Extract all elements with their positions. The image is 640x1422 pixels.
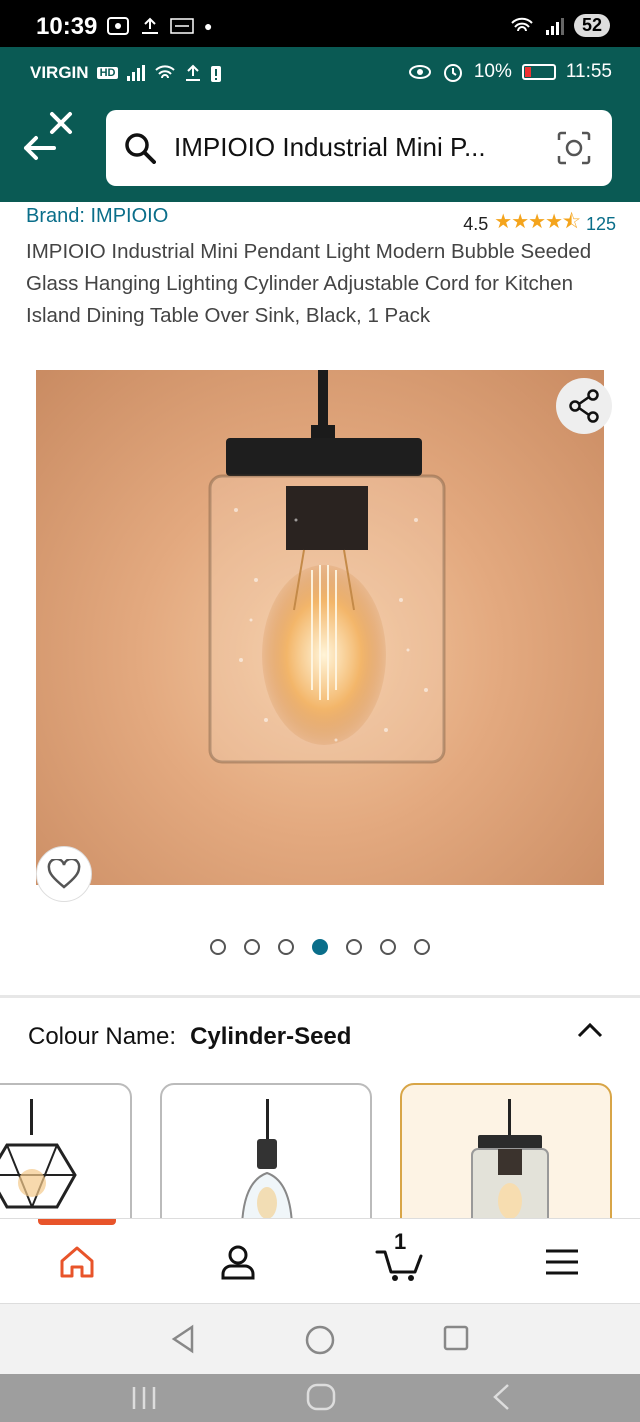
signal-icon bbox=[127, 65, 146, 81]
product-title: IMPIOIO Industrial Mini Pendant Light Mo… bbox=[26, 240, 592, 327]
carousel-dot[interactable] bbox=[210, 939, 226, 955]
colour-value: Cylinder-Seed bbox=[190, 1023, 352, 1050]
battery-icon bbox=[521, 64, 556, 80]
screen-record-icon bbox=[107, 17, 129, 35]
review-count: 125 bbox=[585, 213, 616, 234]
recents-lines-icon[interactable] bbox=[130, 1384, 158, 1412]
section-divider bbox=[0, 995, 640, 998]
upload-icon bbox=[142, 17, 158, 34]
back-chevron-icon[interactable] bbox=[490, 1382, 514, 1412]
nav-account[interactable] bbox=[210, 1237, 266, 1287]
nav-cart[interactable]: 1 bbox=[370, 1229, 432, 1287]
home-circle-icon[interactable] bbox=[304, 1324, 336, 1356]
carousel-dot[interactable] bbox=[380, 939, 396, 955]
wishlist-button[interactable] bbox=[36, 846, 92, 902]
carousel-dot[interactable] bbox=[312, 939, 328, 955]
share-icon bbox=[569, 389, 599, 423]
notification-dot-icon: ● bbox=[204, 18, 213, 34]
variant-option-cage[interactable] bbox=[0, 1083, 132, 1218]
carrier-name: VIRGIN bbox=[30, 63, 89, 82]
cage-lamp-thumbnail bbox=[0, 1099, 77, 1209]
heart-icon bbox=[47, 859, 81, 889]
home-rounded-icon[interactable] bbox=[305, 1382, 337, 1412]
battery-percent: 10% bbox=[473, 61, 512, 82]
hd-badge: HD bbox=[96, 67, 119, 79]
product-image[interactable] bbox=[36, 370, 604, 885]
wifi-icon bbox=[511, 17, 533, 31]
eye-icon bbox=[408, 65, 431, 79]
carousel-dot[interactable] bbox=[278, 939, 294, 955]
active-tab-indicator bbox=[38, 1219, 116, 1225]
alarm-icon bbox=[443, 64, 462, 82]
cylinder-seed-lamp-thumbnail bbox=[471, 1099, 549, 1218]
variant-option-clear-glass[interactable] bbox=[160, 1083, 372, 1218]
carousel-dot[interactable] bbox=[414, 939, 430, 955]
bottom-navigation: 1 bbox=[0, 1218, 640, 1304]
nav-menu[interactable] bbox=[534, 1237, 590, 1287]
rating-value: 4.5 bbox=[463, 213, 489, 234]
chevron-up-icon[interactable] bbox=[576, 1020, 604, 1040]
nav-home[interactable] bbox=[49, 1237, 105, 1287]
home-icon bbox=[60, 1246, 94, 1278]
variant-option-cylinder-seed[interactable] bbox=[400, 1083, 612, 1218]
search-input[interactable]: IMPIOIO Industrial Mini P... bbox=[106, 110, 612, 186]
search-icon bbox=[125, 133, 156, 164]
image-carousel-dots bbox=[210, 939, 430, 955]
share-button[interactable] bbox=[556, 378, 612, 434]
menu-icon bbox=[546, 1249, 578, 1275]
battery-badge: 52 bbox=[573, 14, 610, 37]
cart-count-badge: 1 bbox=[394, 1229, 407, 1254]
signal-icon bbox=[545, 17, 564, 35]
upload-icon bbox=[186, 64, 201, 81]
back-close-icon[interactable] bbox=[22, 108, 76, 162]
outer-status-bar: 10:39 ● 52 bbox=[0, 0, 640, 47]
carousel-dot[interactable] bbox=[244, 939, 260, 955]
variant-carousel bbox=[0, 1083, 640, 1218]
system-navigation-bar bbox=[0, 1304, 640, 1374]
wifi-icon bbox=[155, 65, 176, 79]
pendant-lamp-image bbox=[208, 370, 446, 764]
user-icon bbox=[221, 1245, 255, 1280]
colour-selector[interactable]: Colour Name: Cylinder-Seed bbox=[28, 1023, 351, 1051]
alert-battery-icon bbox=[211, 66, 222, 82]
inner-time: 11:55 bbox=[565, 61, 612, 82]
carousel-dot[interactable] bbox=[346, 939, 362, 955]
camera-search-icon[interactable] bbox=[556, 130, 592, 166]
inner-status-bar: VIRGIN HD 10% 11:55 bbox=[0, 47, 640, 97]
brand-link[interactable]: Brand: IMPIOIO bbox=[26, 205, 168, 228]
outer-navigation-bar bbox=[0, 1374, 640, 1422]
back-triangle-icon[interactable] bbox=[170, 1324, 196, 1354]
recents-square-icon[interactable] bbox=[442, 1324, 470, 1352]
colour-label: Colour Name: bbox=[28, 1023, 177, 1050]
temu-icon bbox=[170, 18, 194, 34]
search-query: IMPIOIO Industrial Mini P... bbox=[174, 132, 486, 162]
status-time: 10:39 bbox=[36, 13, 98, 40]
clear-glass-lamp-thumbnail bbox=[241, 1099, 293, 1218]
